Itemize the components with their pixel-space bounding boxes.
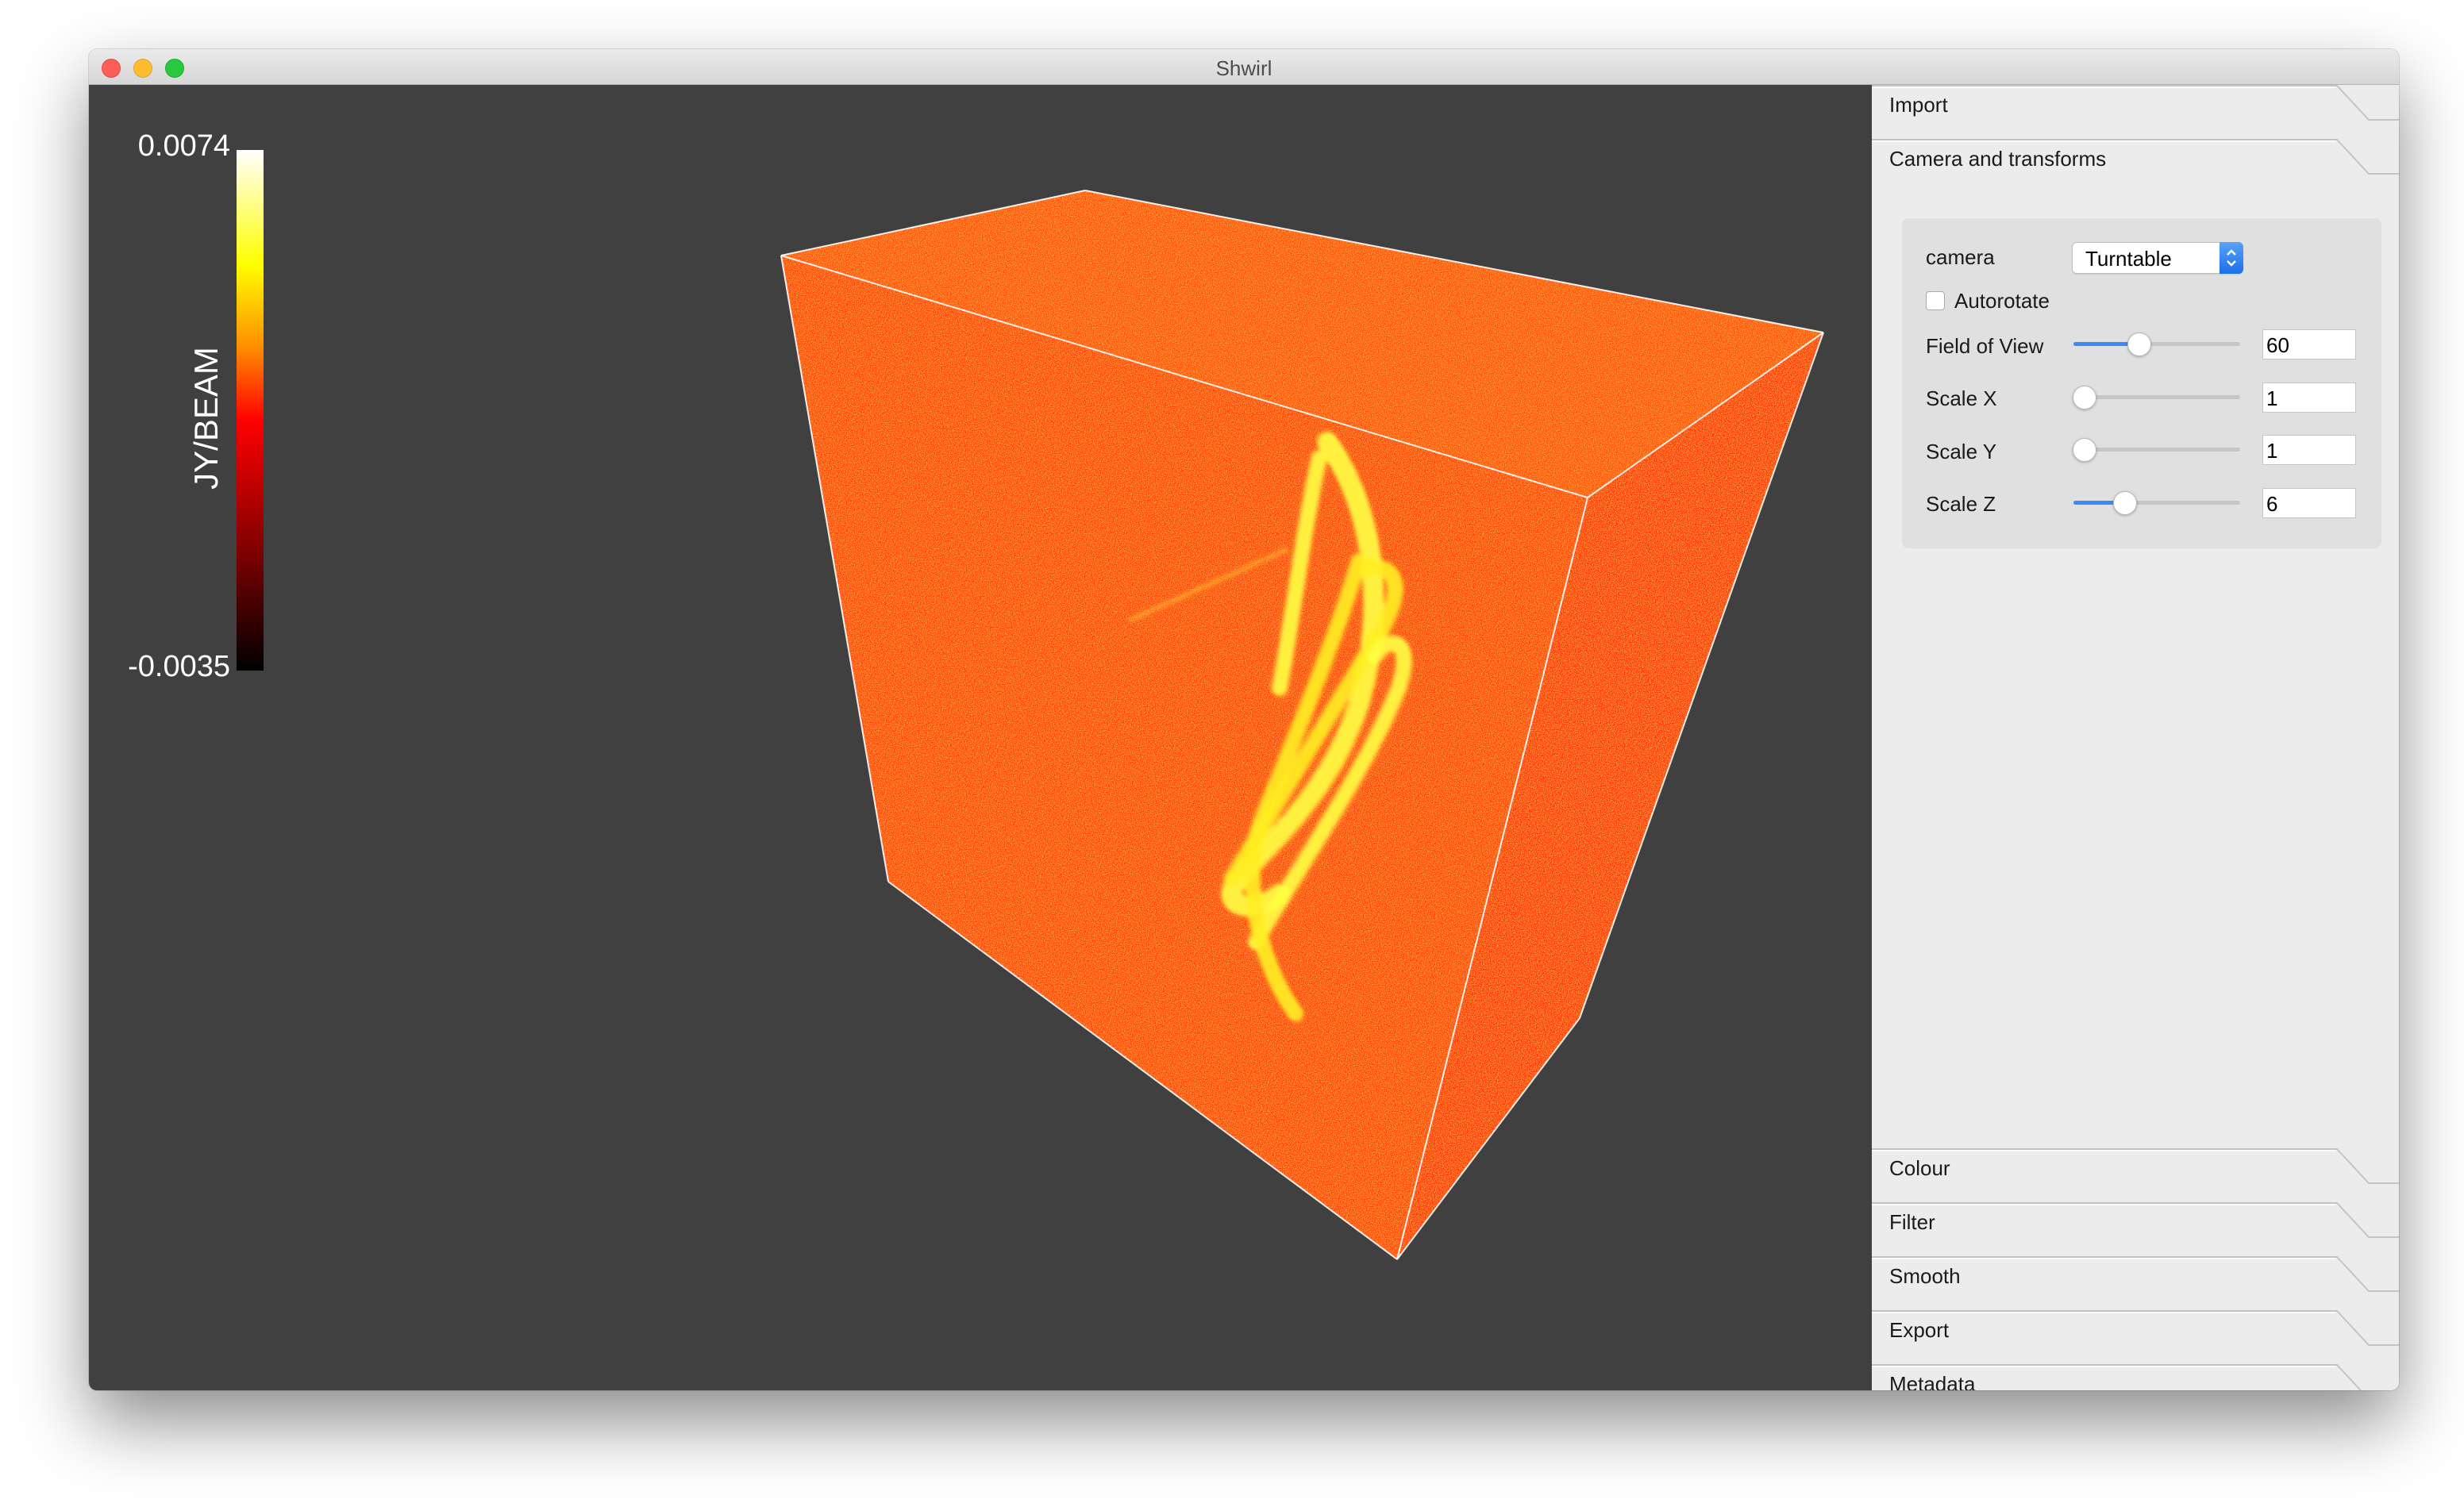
fov-slider[interactable] <box>2073 333 2240 356</box>
section-header-colour[interactable]: Colour <box>1872 1148 2399 1202</box>
scale-z-label: Scale Z <box>1926 492 1996 516</box>
section-header-smooth[interactable]: Smooth <box>1872 1256 2399 1310</box>
colorbar-max-label: 0.0074 <box>137 129 230 163</box>
fov-label: Field of View <box>1926 334 2044 358</box>
fov-input[interactable]: 60 <box>2262 329 2356 359</box>
autorotate-checkbox[interactable] <box>1926 291 1945 310</box>
scale-x-input[interactable]: 1 <box>2262 382 2356 413</box>
app-window: Shwirl 0.0074 -0.0035 JY/BEAM Import Cam… <box>89 49 2399 1390</box>
control-panel: Import Camera and transforms camera Turnt… <box>1872 85 2399 1390</box>
slider-thumb[interactable] <box>2073 438 2096 462</box>
camera-label: camera <box>1926 245 1995 269</box>
section-header-export[interactable]: Export <box>1872 1310 2399 1364</box>
section-label: Smooth <box>1889 1264 1961 1288</box>
volume-cube[interactable] <box>89 85 1872 1390</box>
autorotate-label: Autorotate <box>1954 289 2050 313</box>
section-header-filter[interactable]: Filter <box>1872 1202 2399 1256</box>
camera-select[interactable]: Turntable <box>2072 242 2243 274</box>
camera-transforms-group: camera Turntable Autorotate Field of Vie… <box>1902 218 2381 548</box>
camera-select-value: Turntable <box>2085 247 2172 271</box>
section-header-metadata[interactable]: Metadata <box>1872 1364 2399 1390</box>
volume-render-canvas[interactable]: 0.0074 -0.0035 JY/BEAM <box>89 85 1872 1390</box>
section-label: Filter <box>1889 1210 1935 1234</box>
section-label: Metadata <box>1889 1372 1976 1390</box>
colorbar-unit-label: JY/BEAM <box>187 347 225 490</box>
slider-thumb[interactable] <box>2127 333 2152 356</box>
scale-z-input[interactable]: 6 <box>2262 488 2356 518</box>
section-header-import[interactable]: Import <box>1872 85 2399 139</box>
section-header-camera-and-transforms[interactable]: Camera and transforms <box>1872 139 2399 193</box>
window-title: Shwirl <box>1215 56 1272 80</box>
scale-x-label: Scale X <box>1926 386 1997 410</box>
title-bar[interactable]: Shwirl <box>89 49 2399 85</box>
colorbar <box>237 150 264 671</box>
section-label: Export <box>1889 1318 1950 1342</box>
chevron-up-down-icon <box>2220 242 2243 274</box>
section-label: Colour <box>1889 1156 1950 1180</box>
slider-thumb[interactable] <box>2073 386 2096 409</box>
scale-z-slider[interactable] <box>2073 491 2240 515</box>
section-label: Import <box>1889 93 1948 117</box>
section-label: Camera and transforms <box>1889 147 2107 171</box>
slider-thumb[interactable] <box>2112 491 2137 515</box>
colorbar-min-label: -0.0035 <box>128 650 230 683</box>
scale-y-label: Scale Y <box>1926 440 1997 463</box>
scale-x-slider[interactable] <box>2073 386 2240 409</box>
scale-y-slider[interactable] <box>2073 438 2240 462</box>
scale-y-input[interactable]: 1 <box>2262 435 2356 465</box>
